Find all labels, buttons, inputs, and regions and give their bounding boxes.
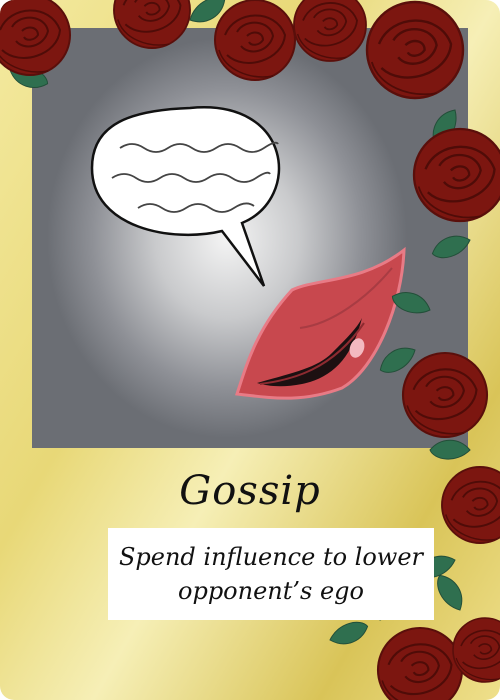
speech-bubble-icon bbox=[90, 106, 281, 287]
game-card[interactable]: Gossip Spend influence to lower opponent… bbox=[0, 0, 500, 700]
rose-icon bbox=[452, 617, 500, 683]
leaf-icon bbox=[431, 569, 469, 616]
card-description-box: Spend influence to lower opponent’s ego bbox=[108, 528, 434, 620]
card-artwork bbox=[32, 28, 468, 448]
leaf-icon bbox=[184, 0, 231, 29]
lips-icon bbox=[235, 246, 406, 400]
card-title: Gossip bbox=[179, 468, 321, 514]
leaf-icon bbox=[326, 617, 372, 650]
rose-icon bbox=[376, 626, 464, 700]
card-description: Spend influence to lower opponent’s ego bbox=[118, 543, 424, 605]
